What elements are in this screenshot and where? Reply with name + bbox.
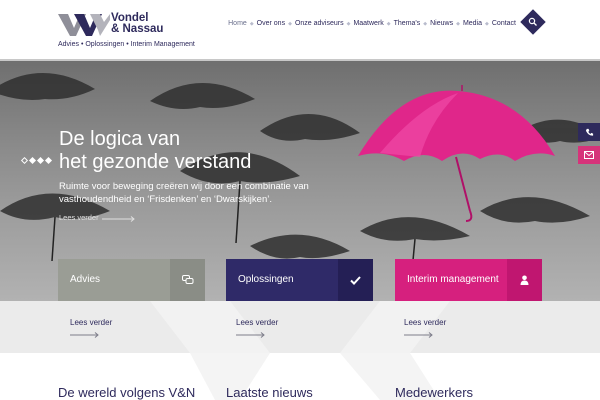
nav-media[interactable]: Media	[461, 20, 484, 27]
hero-title-line1: De logica van	[59, 128, 181, 150]
read-more-band	[0, 301, 600, 353]
site-header: Vondel & Nassau Advies • Oplossingen • I…	[0, 0, 600, 60]
tile-advies[interactable]: Advies	[58, 259, 205, 301]
slide-dot-1[interactable]	[20, 156, 29, 165]
tile-oplossingen-icon-box	[338, 259, 373, 301]
nav-over-ons[interactable]: Over ons	[255, 20, 287, 27]
nav-themas[interactable]: Thema's	[392, 20, 423, 27]
hero-subtitle: Ruimte voor beweging creëren wij door ee…	[59, 181, 309, 205]
tile-interim-icon-box	[507, 259, 542, 301]
oplossingen-read-more-link[interactable]: Lees verder	[236, 318, 278, 327]
arrow-right-icon[interactable]	[236, 332, 266, 338]
tile-advies-icon-box	[170, 259, 205, 301]
arrow-right-icon[interactable]	[102, 216, 136, 222]
chat-icon	[181, 275, 193, 284]
arrow-right-icon[interactable]	[70, 332, 100, 338]
logo-name-line2: & Nassau	[111, 23, 164, 35]
logo-tagline: Advies • Oplossingen • Interim Managemen…	[58, 41, 195, 48]
band-decoration	[150, 301, 450, 353]
tile-advies-label: Advies	[70, 274, 101, 285]
tile-oplossingen[interactable]: Oplossingen	[226, 259, 373, 301]
logo-wordmark: Vondel & Nassau	[111, 12, 164, 35]
nav-onze-adviseurs[interactable]: Onze adviseurs	[293, 20, 346, 27]
interim-read-more-link[interactable]: Lees verder	[404, 318, 446, 327]
logo[interactable]: Vondel & Nassau Advies • Oplossingen • I…	[58, 12, 218, 52]
tile-interim-label: Interim management	[407, 274, 499, 285]
section-title-nieuws: Laatste nieuws	[226, 385, 313, 400]
tile-oplossingen-label: Oplossingen	[238, 274, 294, 285]
mail-button[interactable]	[578, 146, 600, 164]
hero-title-line2: het gezonde verstand	[59, 151, 252, 173]
slide-dot-4[interactable]	[44, 156, 53, 165]
mail-icon	[584, 151, 594, 159]
nav-nieuws[interactable]: Nieuws	[428, 20, 455, 27]
hero-title: De logica van het gezonde verstand	[59, 128, 359, 174]
phone-button[interactable]	[578, 123, 600, 141]
slider-pagination	[20, 156, 53, 165]
advies-read-more-link[interactable]: Lees verder	[70, 318, 112, 327]
nav-home[interactable]: Home	[226, 20, 249, 27]
slide-dot-3[interactable]	[36, 156, 45, 165]
section-title-medewerkers: Medewerkers	[395, 385, 474, 400]
main-nav: Home ◆ Over ons ◆ Onze adviseurs ◆ Maatw…	[226, 20, 518, 27]
section-title-wereld: De wereld volgens V&N	[58, 385, 196, 400]
tile-interim-management[interactable]: Interim management	[395, 259, 542, 301]
check-icon	[350, 275, 361, 285]
hero-read-more-link[interactable]: Lees verder	[59, 213, 99, 222]
search-icon[interactable]	[528, 17, 538, 27]
nav-maatwerk[interactable]: Maatwerk	[351, 20, 385, 27]
phone-icon	[585, 128, 593, 136]
arrow-right-icon[interactable]	[404, 332, 434, 338]
user-icon	[520, 275, 529, 285]
slide-dot-2[interactable]	[28, 156, 37, 165]
nav-contact[interactable]: Contact	[490, 20, 518, 27]
logo-mark-icon	[58, 14, 110, 36]
